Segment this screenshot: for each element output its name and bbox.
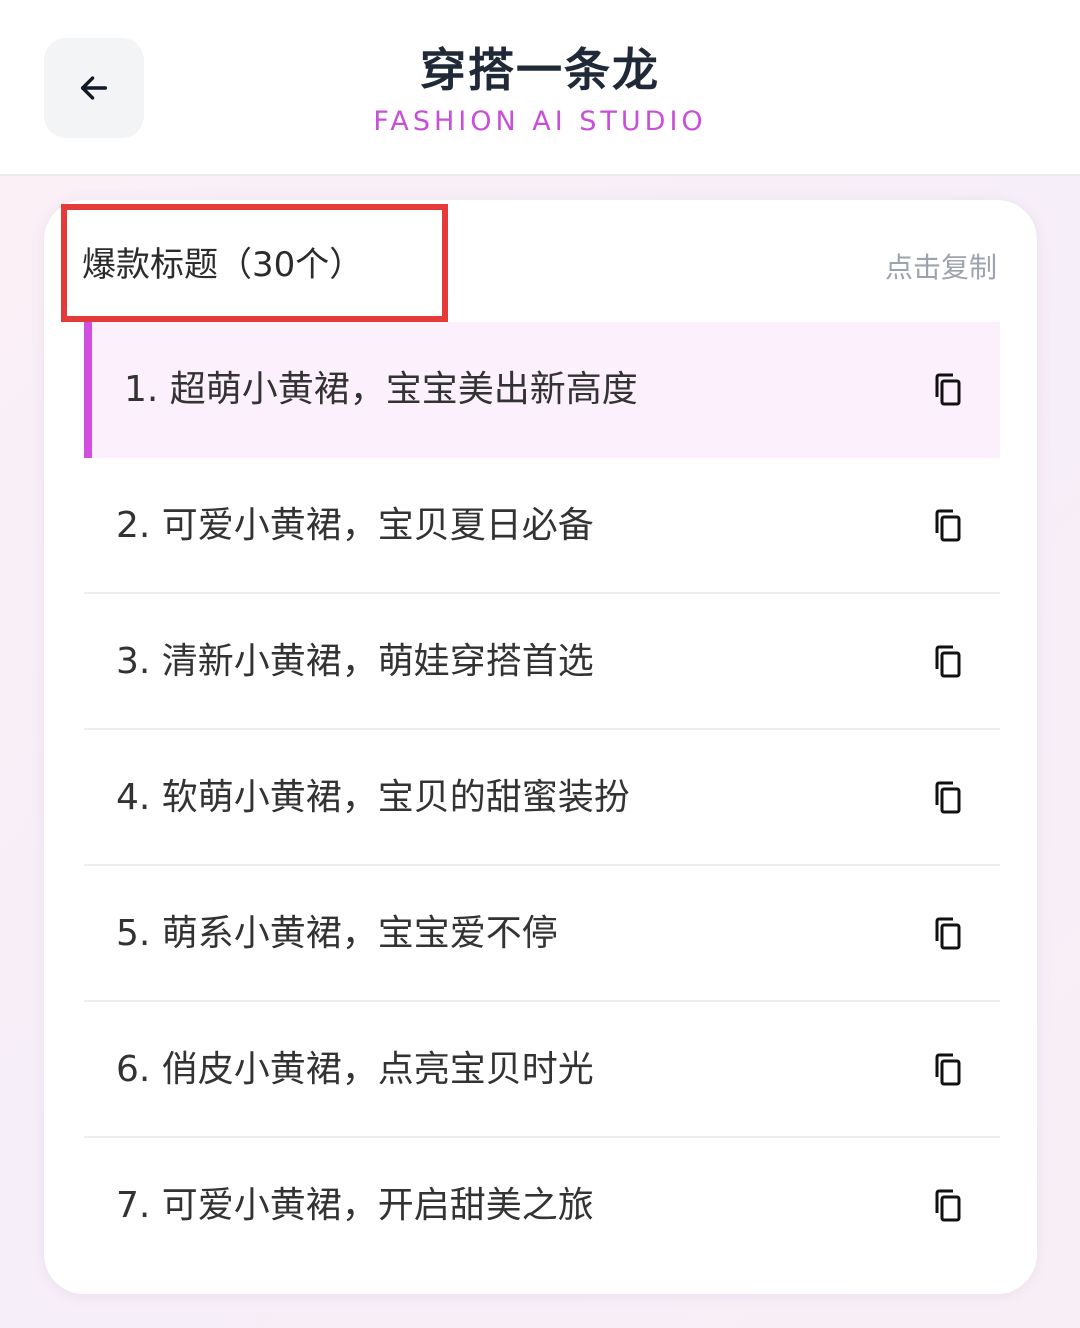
list-item[interactable]: 1. 超萌小黄裙，宝宝美出新高度 xyxy=(84,322,1000,458)
list-item[interactable]: 2. 可爱小黄裙，宝贝夏日必备 xyxy=(84,458,1000,594)
copy-icon xyxy=(935,781,961,814)
copy-button[interactable] xyxy=(932,644,964,680)
titles-card: 爆款标题（30个） 点击复制 1. 超萌小黄裙，宝宝美出新高度 2. 可爱小黄裙，… xyxy=(44,200,1037,1294)
list-item-text: 7. 可爱小黄裙，开启甜美之旅 xyxy=(116,1185,594,1226)
title-block: 穿搭一条龙 FASHION AI STUDIO xyxy=(0,40,1080,140)
list-item[interactable]: 6. 俏皮小黄裙，点亮宝贝时光 xyxy=(84,1002,1000,1138)
title-list: 1. 超萌小黄裙，宝宝美出新高度 2. 可爱小黄裙，宝贝夏日必备 3. 清新小黄裙，… xyxy=(84,322,1000,1274)
active-indicator xyxy=(84,322,92,458)
copy-button[interactable] xyxy=(932,372,964,408)
list-item-text: 2. 可爱小黄裙，宝贝夏日必备 xyxy=(116,505,594,546)
list-item-text: 1. 超萌小黄裙，宝宝美出新高度 xyxy=(124,369,638,410)
list-item[interactable]: 5. 萌系小黄裙，宝宝爱不停 xyxy=(84,866,1000,1002)
copy-icon xyxy=(935,1189,961,1222)
copy-button[interactable] xyxy=(932,780,964,816)
copy-button[interactable] xyxy=(932,1052,964,1088)
list-item[interactable]: 3. 清新小黄裙，萌娃穿搭首选 xyxy=(84,594,1000,730)
list-item[interactable]: 7. 可爱小黄裙，开启甜美之旅 xyxy=(84,1138,1000,1274)
copy-button[interactable] xyxy=(932,916,964,952)
list-item[interactable]: 4. 软萌小黄裙，宝贝的甜蜜装扮 xyxy=(84,730,1000,866)
copy-icon xyxy=(935,1053,961,1086)
list-item-text: 6. 俏皮小黄裙，点亮宝贝时光 xyxy=(116,1049,594,1090)
copy-all-button[interactable]: 点击复制 xyxy=(885,248,997,288)
copy-button[interactable] xyxy=(932,508,964,544)
app-subtitle: FASHION AI STUDIO xyxy=(373,106,707,137)
section-title: 爆款标题（30个） xyxy=(82,245,364,285)
list-item-text: 5. 萌系小黄裙，宝宝爱不停 xyxy=(116,913,558,954)
copy-icon xyxy=(935,645,961,678)
app-title: 穿搭一条龙 xyxy=(420,43,660,97)
copy-button[interactable] xyxy=(932,1188,964,1224)
list-item-text: 4. 软萌小黄裙，宝贝的甜蜜装扮 xyxy=(116,777,630,818)
copy-icon xyxy=(935,509,961,542)
top-bar: 穿搭一条龙 FASHION AI STUDIO xyxy=(0,0,1080,176)
copy-icon xyxy=(935,917,961,950)
card-header: 爆款标题（30个） 点击复制 xyxy=(44,200,1037,322)
copy-icon xyxy=(935,373,961,406)
list-item-text: 3. 清新小黄裙，萌娃穿搭首选 xyxy=(116,641,594,682)
